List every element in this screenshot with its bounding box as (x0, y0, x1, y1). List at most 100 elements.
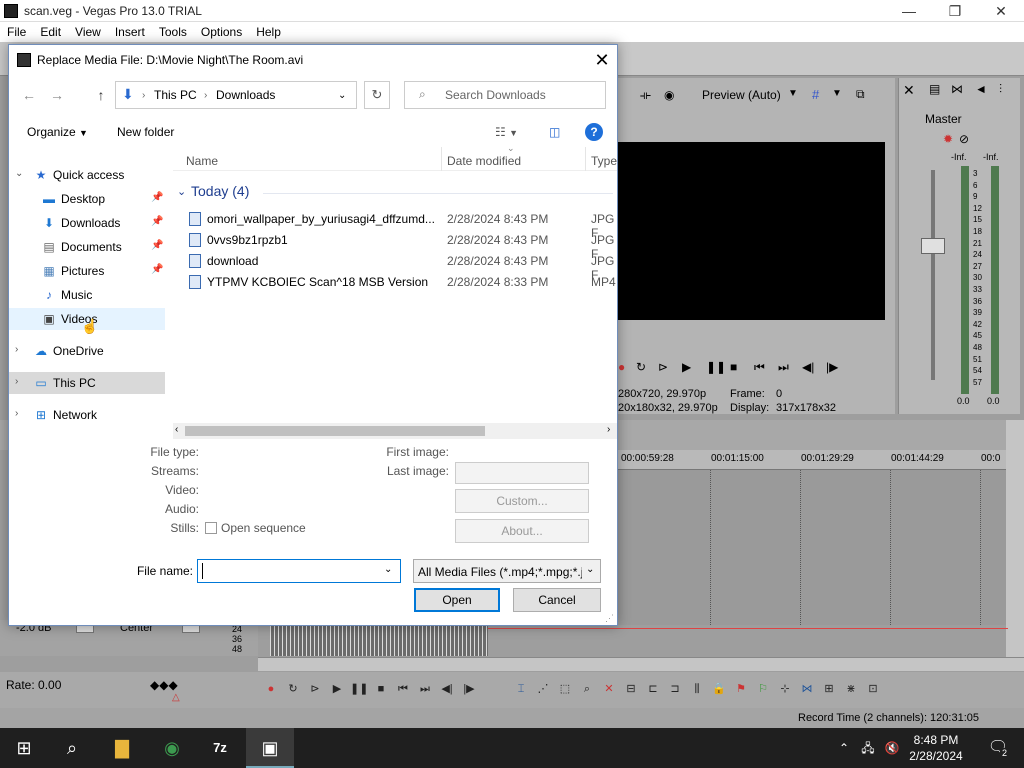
grid-icon[interactable]: # (812, 87, 819, 102)
audio-waveform[interactable] (270, 626, 488, 656)
fx-button-icon[interactable]: ✹ (943, 132, 953, 146)
edit-tool-icon[interactable]: ⌶ (512, 680, 530, 698)
chrome-icon[interactable]: ◉ (148, 728, 196, 768)
forward-arrow-icon[interactable]: → (47, 85, 67, 105)
breadcrumb-this-pc[interactable]: This PC (154, 88, 197, 102)
pin-icon[interactable]: 📌 (151, 240, 163, 251)
chevron-down-icon[interactable]: ⌄ (586, 564, 594, 575)
timeline-scrollbar[interactable] (258, 657, 1024, 671)
record-icon[interactable]: ● (618, 360, 625, 374)
windows-start-icon[interactable]: ⊞ (0, 728, 48, 768)
go-to-start-icon[interactable]: ⏮ (394, 680, 412, 698)
menu-tools[interactable]: Tools (152, 22, 194, 39)
file-row[interactable]: omori_wallpaper_by_yuriusagi4_dffzumd...… (189, 209, 617, 240)
open-sequence-checkbox[interactable] (205, 522, 217, 534)
volume-envelope[interactable] (488, 628, 1008, 629)
organize-button[interactable]: Organize ▼ (27, 125, 88, 139)
loop-icon[interactable]: ↻ (636, 360, 646, 374)
search-input[interactable]: Search Downloads (445, 88, 546, 102)
search-icon[interactable]: ⌕ (48, 728, 96, 768)
maximize-button[interactable]: ❐ (932, 0, 978, 22)
about-button[interactable]: About... (455, 519, 589, 543)
notification-icon[interactable]: 🗨 (978, 728, 1018, 768)
file-explorer-icon[interactable]: ▇ (98, 728, 146, 768)
chevron-down-icon[interactable]: ▼ (788, 88, 798, 99)
back-arrow-icon[interactable]: ← (19, 85, 39, 105)
network-icon[interactable]: 🖧 (856, 728, 880, 768)
play-icon[interactable]: ▶ (328, 680, 346, 698)
chevron-right-icon[interactable]: › (15, 376, 18, 387)
vertical-zoom-bar[interactable] (1006, 420, 1024, 670)
lock-icon[interactable]: 🔒 (710, 680, 728, 698)
lock-envelopes-icon[interactable]: ⋇ (842, 680, 860, 698)
file-list-scrollbar[interactable]: ‹ › (173, 423, 617, 439)
go-to-end-icon[interactable]: ⏭ (416, 680, 434, 698)
show-hidden-icons[interactable]: ⌃ (832, 728, 856, 768)
master-fader-handle[interactable] (921, 238, 945, 254)
file-row[interactable]: 0vvs9bz1rpzb1 2/28/2024 8:43 PM JPG F (189, 230, 617, 261)
go-to-end-icon[interactable]: ⏭ (778, 360, 789, 375)
group-header[interactable]: Today (4) (191, 183, 249, 199)
address-bar[interactable]: ⬇ › This PC › Downloads ⌄ (115, 81, 357, 109)
cancel-button[interactable]: Cancel (513, 588, 601, 612)
chevron-right-icon[interactable]: › (15, 344, 18, 355)
nav-pictures[interactable]: ▦ Pictures 📌 (9, 260, 165, 282)
overlay-icon[interactable]: ◉ (664, 88, 674, 102)
downmix-icon[interactable]: ⋈ (951, 82, 963, 96)
breadcrumb-separator[interactable]: › (204, 90, 207, 101)
trim-start-icon[interactable]: ⊏ (644, 680, 662, 698)
breadcrumb-separator[interactable]: › (142, 90, 145, 101)
file-row[interactable]: download 2/28/2024 8:43 PM JPG F (189, 251, 617, 282)
file-row[interactable]: YTPMV KCBOIEC Scan^18 MSB Version 2/28/2… (189, 272, 617, 293)
envelope-tool-icon[interactable]: ⋰ (534, 680, 552, 698)
menu-insert[interactable]: Insert (108, 22, 152, 39)
clock[interactable]: 8:48 PM 2/28/2024 (896, 732, 976, 764)
up-arrow-icon[interactable]: ↑ (91, 85, 111, 105)
search-box[interactable]: ⌕ Search Downloads (404, 81, 606, 109)
nav-onedrive[interactable]: › ☁ OneDrive (9, 340, 165, 362)
fx-icon[interactable]: ⫶ (999, 82, 1002, 97)
pause-icon[interactable]: ❚❚ (706, 360, 726, 374)
minimize-button[interactable]: — (886, 0, 932, 22)
split-screen-icon[interactable]: ⟛ (640, 88, 651, 103)
stop-icon[interactable]: ■ (372, 680, 390, 698)
nav-downloads[interactable]: ⬇ Downloads 📌 (9, 212, 165, 234)
resize-grip-icon[interactable]: ⋰ (605, 613, 614, 624)
nav-music[interactable]: ♪ Music (9, 284, 165, 306)
play-icon[interactable]: ▶ (682, 360, 691, 374)
help-icon[interactable]: ? (585, 123, 603, 141)
file-type-filter-select[interactable]: All Media Files (*.mp4;*.mpg;*.j ⌄ (413, 559, 601, 583)
breadcrumb-downloads[interactable]: Downloads (216, 88, 275, 102)
play-from-start-icon[interactable]: ⊳ (306, 680, 324, 698)
marker-icon[interactable]: ⚑ (732, 680, 750, 698)
region-icon[interactable]: ⚐ (754, 680, 772, 698)
scroll-right-icon[interactable]: › (607, 424, 610, 435)
nav-this-pc[interactable]: › ▭ This PC (9, 372, 165, 394)
rate-slider-handle[interactable]: ◆◆◆ (150, 678, 178, 692)
chevron-down-icon[interactable]: ▼ (832, 88, 842, 99)
menu-edit[interactable]: Edit (33, 22, 68, 39)
menu-options[interactable]: Options (194, 22, 249, 39)
stop-icon[interactable]: ■ (730, 360, 737, 374)
pin-icon[interactable]: ✕ (903, 82, 915, 99)
view-options-icon[interactable]: ☷ ▼ (495, 125, 518, 139)
prev-frame-icon[interactable]: ◀| (438, 680, 456, 698)
chevron-down-icon[interactable]: ⌄ (384, 564, 392, 575)
custom-button[interactable]: Custom... (455, 489, 589, 513)
pause-icon[interactable]: ❚❚ (350, 680, 368, 698)
timeline-tracks[interactable] (618, 470, 1006, 625)
preview-quality-dropdown[interactable]: Preview (Auto) (702, 88, 781, 102)
selection-tool-icon[interactable]: ⬚ (556, 680, 574, 698)
mute-icon[interactable]: ⊘ (959, 132, 969, 146)
nav-videos[interactable]: ▣ Videos ☝ (9, 308, 165, 334)
column-name[interactable]: Name (186, 154, 218, 168)
ignore-grouping-icon[interactable]: ⊡ (864, 680, 882, 698)
zoom-tool-icon[interactable]: ⌕ (578, 680, 596, 698)
refresh-button[interactable]: ↻ (364, 81, 390, 109)
chevron-down-icon[interactable]: ⌄ (15, 168, 23, 179)
file-name-field[interactable]: ⌄ (197, 559, 401, 583)
prev-frame-icon[interactable]: ◀| (802, 360, 814, 374)
split-icon[interactable]: ⫼ (688, 680, 706, 698)
auto-crossfade-icon[interactable]: ⋈ (798, 680, 816, 698)
trim-icon[interactable]: ⊟ (622, 680, 640, 698)
